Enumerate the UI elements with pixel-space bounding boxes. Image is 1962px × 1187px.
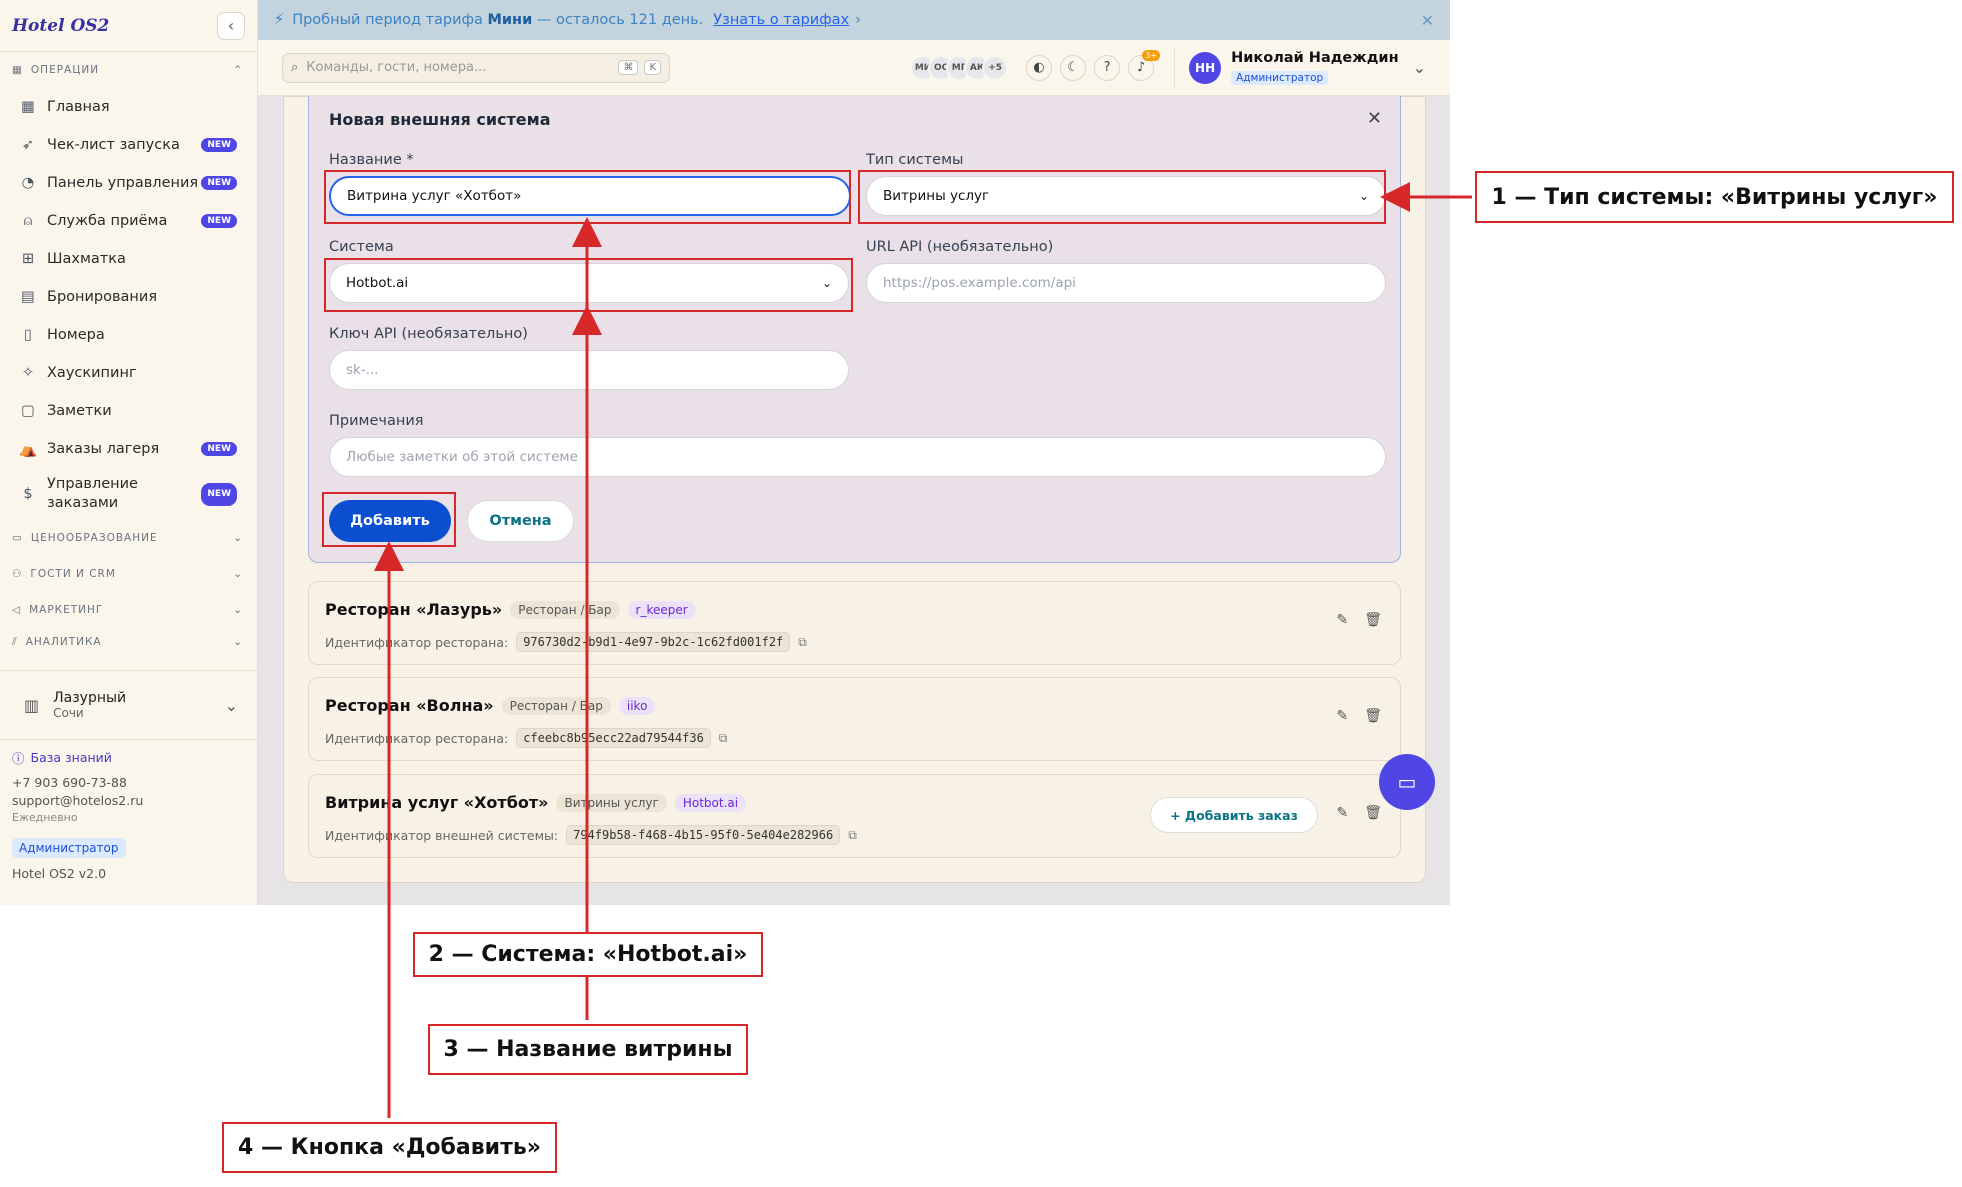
callout-3: 3 — Название витрины [428, 1024, 748, 1075]
callout-2: 2 — Система: «Hotbot.ai» [413, 932, 763, 977]
callout-4: 4 — Кнопка «Добавить» [222, 1122, 557, 1173]
callout-1: 1 — Тип системы: «Витрины услуг» [1475, 171, 1954, 223]
